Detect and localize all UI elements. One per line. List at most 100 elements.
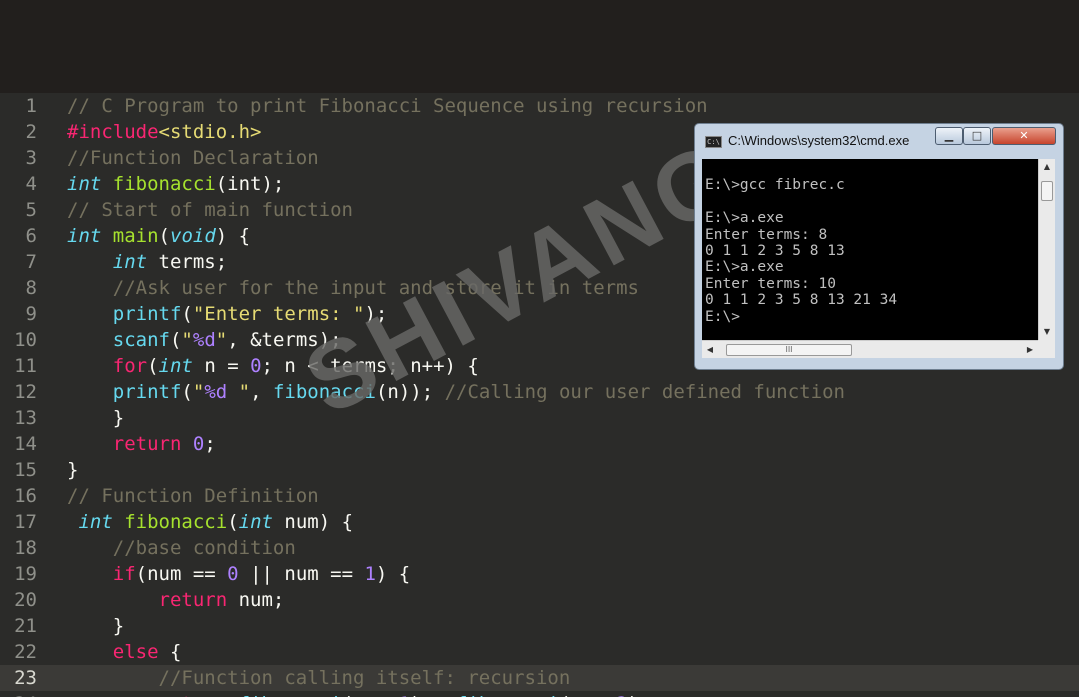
code-token: int — [67, 173, 102, 195]
code-token: return — [112, 433, 182, 455]
console-line: E:\>a.exe — [705, 259, 784, 276]
scroll-up-arrow-icon[interactable]: ▲ — [1039, 159, 1055, 175]
code-token: ( — [169, 329, 182, 351]
code-token: printf — [112, 303, 182, 325]
horizontal-scroll-thumb[interactable]: III — [726, 344, 852, 356]
code-token: // Start of main function — [67, 199, 353, 221]
line-number: 23 — [14, 667, 37, 689]
code-line[interactable]: 15} — [0, 457, 1079, 483]
code-text: // Start of main function — [67, 197, 353, 223]
line-number: 14 — [14, 433, 37, 455]
code-token: 1 — [399, 693, 410, 697]
code-text: printf("%d ", fibonacci(n)); //Calling o… — [67, 379, 845, 405]
code-token: 0 — [250, 355, 262, 377]
code-text: return 0; — [67, 431, 216, 457]
line-number: 9 — [25, 303, 37, 325]
code-token: " — [227, 381, 251, 403]
code-token: //Ask user for the input and store it in… — [67, 277, 639, 299]
code-text: // C Program to print Fibonacci Sequence… — [67, 93, 708, 119]
code-token: else — [112, 641, 159, 663]
line-number: 3 — [25, 147, 37, 169]
code-text: //Function calling itself: recursion — [67, 665, 571, 691]
code-token: (n)); — [375, 381, 445, 403]
code-token: ; — [204, 433, 216, 455]
code-line[interactable]: 12 printf("%d ", fibonacci(n)); //Callin… — [0, 379, 1079, 405]
scroll-down-arrow-icon[interactable]: ▼ — [1039, 324, 1055, 340]
line-number: 1 — [25, 95, 37, 117]
code-token: fibonacci — [239, 693, 342, 697]
code-line[interactable]: 1 // C Program to print Fibonacci Sequenc… — [0, 93, 1079, 119]
console-line: 0 1 1 2 3 5 8 13 — [705, 243, 845, 259]
code-line[interactable]: 24 return fibonacci(num-1) + fibonacci(n… — [0, 691, 1079, 697]
line-number: 19 — [14, 563, 37, 585]
minimize-button[interactable]: ▁ — [935, 127, 963, 145]
code-text: } — [67, 457, 78, 483]
horizontal-scrollbar[interactable]: ◀ III ▶ — [702, 340, 1038, 358]
code-token: int — [158, 355, 193, 377]
code-token: "Enter terms: " — [192, 303, 365, 325]
code-line[interactable]: 14 return 0; — [0, 431, 1079, 457]
vertical-scroll-thumb[interactable] — [1041, 181, 1053, 201]
scroll-left-arrow-icon[interactable]: ◀ — [702, 341, 718, 358]
code-token: return — [158, 589, 228, 611]
code-token: int — [112, 251, 148, 273]
code-token: %d — [204, 381, 228, 403]
code-token: // C Program to print Fibonacci Sequence… — [67, 95, 708, 117]
vertical-scrollbar[interactable]: ▲ ▼ — [1038, 159, 1055, 340]
code-token: 0 — [227, 563, 239, 585]
console-line: E:\> — [705, 308, 740, 325]
code-line[interactable]: 19 if(num == 0 || num == 1) { — [0, 561, 1079, 587]
console-line: E:\>gcc fibrec.c — [705, 177, 845, 194]
cmd-title-bar[interactable]: C:\ C:\Windows\system32\cmd.exe ▁ □ ✕ — [695, 124, 1063, 158]
code-token: " — [215, 329, 228, 351]
code-text: } — [67, 613, 124, 639]
code-token: " — [181, 329, 193, 351]
console-line: Enter terms: 8 — [705, 226, 828, 243]
cmd-window[interactable]: C:\ C:\Windows\system32\cmd.exe ▁ □ ✕ E:… — [694, 123, 1064, 370]
line-number: 2 — [25, 121, 37, 143]
code-text: int fibonacci(int num) { — [67, 509, 353, 535]
code-line[interactable]: 16 // Function Definition — [0, 483, 1079, 509]
code-token: ); — [628, 693, 651, 697]
line-number: 22 — [14, 641, 37, 663]
code-token: || num == — [238, 563, 365, 585]
code-text: int terms; — [67, 249, 227, 275]
code-token: (num- — [559, 693, 616, 697]
code-line[interactable]: 21 } — [0, 613, 1079, 639]
code-line[interactable]: 20 return num; — [0, 587, 1079, 613]
code-text: printf("Enter terms: "); — [67, 301, 388, 327]
console-line: Enter terms: 10 — [705, 275, 836, 292]
code-line[interactable]: 13 } — [0, 405, 1079, 431]
code-token: //base condition — [67, 537, 296, 559]
code-line[interactable]: 17 int fibonacci(int num) { — [0, 509, 1079, 535]
code-token: %d — [192, 329, 216, 351]
maximize-button[interactable]: □ — [963, 127, 991, 145]
code-token: fibonacci — [456, 693, 559, 697]
code-token: (num == — [135, 563, 228, 585]
code-text: return fibonacci(num-1) + fibonacci(num-… — [67, 691, 651, 697]
line-number: 5 — [25, 199, 37, 221]
code-text: int fibonacci(int); — [67, 171, 284, 197]
code-token: num; — [227, 589, 285, 611]
line-number: 16 — [14, 485, 37, 507]
scroll-right-arrow-icon[interactable]: ▶ — [1022, 341, 1038, 358]
code-line[interactable]: 22 else { — [0, 639, 1079, 665]
code-token: <stdio.h> — [158, 121, 262, 143]
cmd-console-output[interactable]: E:\>gcc fibrec.c E:\>a.exe Enter terms: 80… — [702, 159, 1038, 340]
code-token: for — [112, 355, 148, 377]
close-button[interactable]: ✕ — [992, 127, 1056, 145]
code-token: fibonacci — [272, 381, 376, 403]
code-token: printf — [112, 381, 182, 403]
code-line[interactable]: 23 //Function calling itself: recursion — [0, 665, 1079, 691]
code-text: //Function Declaration — [67, 145, 319, 171]
resize-grip-icon[interactable] — [1038, 340, 1055, 358]
code-line[interactable]: 18 //base condition — [0, 535, 1079, 561]
